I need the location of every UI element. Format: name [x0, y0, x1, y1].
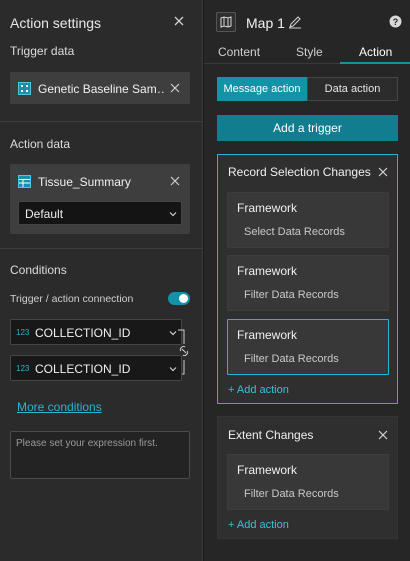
action-card-description: Filter Data Records: [244, 289, 339, 301]
add-action-link[interactable]: + Add action: [228, 384, 289, 396]
selection-icon: [18, 82, 31, 95]
remove-trigger-button[interactable]: [378, 167, 388, 177]
widget-settings-panel: Map 1 ? Content Style Action Message act…: [204, 0, 410, 561]
data-view-value: Default: [25, 207, 64, 221]
action-field-select[interactable]: 123 COLLECTION_ID: [10, 355, 182, 381]
action-card[interactable]: Framework Filter Data Records: [227, 255, 389, 311]
help-icon: ?: [389, 15, 402, 28]
panel-title: Action settings: [10, 15, 102, 31]
data-view-select[interactable]: Default: [18, 201, 182, 225]
trigger-group-title: Extent Changes: [228, 428, 314, 442]
active-tab-indicator: [340, 62, 410, 64]
remove-action-source-button[interactable]: [170, 176, 180, 186]
close-icon: [174, 16, 184, 26]
trigger-field-name: COLLECTION_ID: [35, 326, 131, 340]
number-type-icon: 123: [16, 364, 30, 373]
close-icon: [170, 83, 180, 93]
add-trigger-label: Add a trigger: [273, 121, 342, 135]
number-type-icon: 123: [16, 328, 30, 337]
message-action-label: Message action: [223, 83, 301, 95]
action-card-title: Framework: [237, 201, 298, 215]
close-panel-button[interactable]: [172, 14, 186, 28]
divider: [0, 121, 203, 122]
chevron-down-icon: [169, 329, 177, 337]
add-trigger-button[interactable]: Add a trigger: [217, 115, 398, 141]
svg-text:?: ?: [393, 17, 399, 27]
action-card-selected[interactable]: Framework Filter Data Records: [227, 319, 389, 375]
action-card-title: Framework: [237, 328, 298, 342]
close-icon: [378, 167, 388, 177]
action-settings-panel: Action settings Trigger data Genetic Bas…: [0, 0, 203, 561]
close-icon: [378, 430, 388, 440]
tab-action[interactable]: Action: [359, 45, 392, 59]
message-action-button[interactable]: Message action: [217, 77, 307, 101]
trigger-data-source[interactable]: Genetic Baseline Sam…: [10, 72, 190, 104]
map-widget-icon: [216, 12, 236, 32]
edit-title-button[interactable]: [288, 15, 302, 29]
add-action-link[interactable]: + Add action: [228, 519, 289, 531]
trigger-field-select[interactable]: 123 COLLECTION_ID: [10, 319, 182, 345]
remove-trigger-source-button[interactable]: [170, 83, 180, 93]
expression-placeholder: Please set your expression first.: [16, 438, 158, 449]
data-action-label: Data action: [324, 83, 381, 95]
action-source-name: Tissue_Summary: [38, 175, 131, 189]
action-card-title: Framework: [237, 463, 298, 477]
connection-toggle[interactable]: [168, 292, 190, 305]
trigger-source-name: Genetic Baseline Sam…: [38, 82, 164, 96]
pencil-icon: [289, 16, 301, 29]
connection-label: Trigger / action connection: [10, 293, 134, 305]
tab-style[interactable]: Style: [296, 45, 323, 59]
action-data-source: Tissue_Summary Default: [10, 164, 190, 234]
trigger-group-extent-changes[interactable]: Extent Changes Framework Filter Data Rec…: [217, 416, 398, 539]
data-action-button[interactable]: Data action: [307, 77, 398, 101]
action-card[interactable]: Framework Select Data Records: [227, 192, 389, 248]
trigger-data-label: Trigger data: [10, 44, 75, 58]
table-icon: [18, 175, 31, 188]
close-icon: [170, 176, 180, 186]
action-card-description: Filter Data Records: [244, 488, 339, 500]
chevron-down-icon: [169, 365, 177, 373]
tab-content[interactable]: Content: [218, 45, 260, 59]
more-conditions-link[interactable]: More conditions: [17, 400, 102, 414]
trigger-group-record-selection[interactable]: Record Selection Changes Framework Selec…: [217, 154, 398, 404]
action-data-label: Action data: [10, 137, 71, 151]
widget-title: Map 1: [246, 15, 285, 31]
help-button[interactable]: ?: [389, 15, 402, 28]
toggle-knob: [179, 294, 188, 303]
conditions-label: Conditions: [10, 263, 67, 277]
remove-trigger-button[interactable]: [378, 430, 388, 440]
action-card[interactable]: Framework Filter Data Records: [227, 454, 389, 510]
action-field-name: COLLECTION_ID: [35, 362, 131, 376]
action-card-description: Filter Data Records: [244, 353, 339, 365]
expression-input[interactable]: Please set your expression first.: [10, 431, 190, 479]
chevron-down-icon: [169, 210, 177, 218]
action-card-description: Select Data Records: [244, 226, 345, 238]
divider: [0, 248, 203, 249]
trigger-group-title: Record Selection Changes: [228, 165, 371, 179]
action-card-title: Framework: [237, 264, 298, 278]
